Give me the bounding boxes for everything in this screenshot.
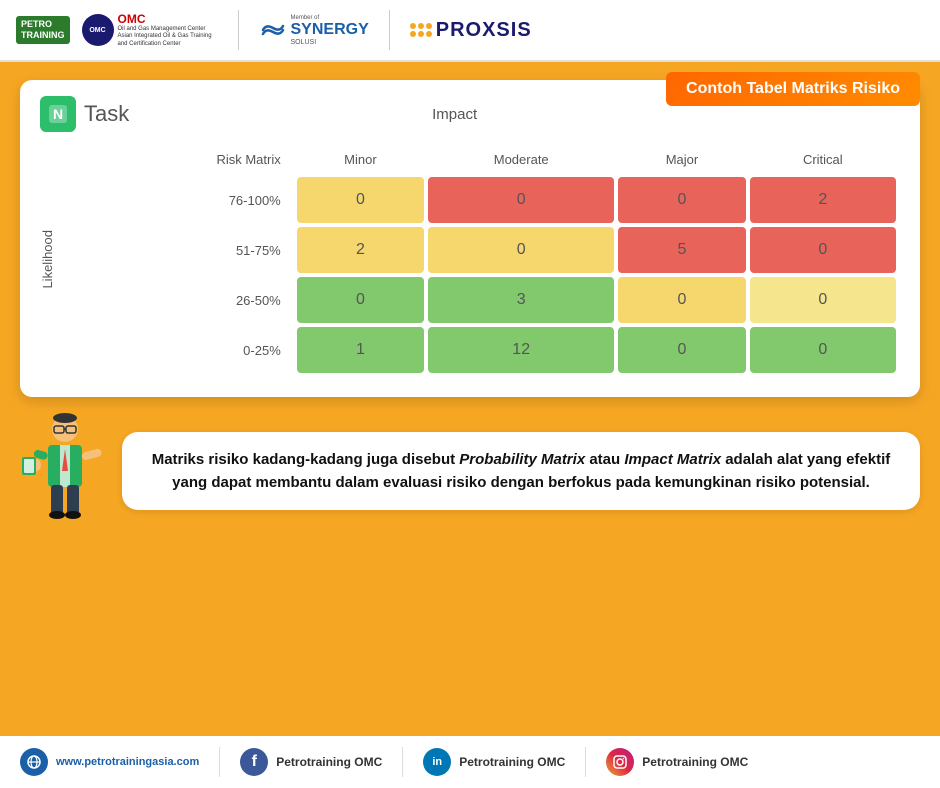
globe-icon <box>20 748 48 776</box>
cell-r0-c0: 0 <box>297 177 424 223</box>
risk-matrix-card: N Task Impact Likelihood Risk Matrix Min… <box>20 80 920 397</box>
cell-r1-c1: 0 <box>428 227 614 273</box>
linkedin-icon: in <box>423 748 451 776</box>
footer-divider1 <box>219 747 220 777</box>
synergy-icon <box>259 16 287 44</box>
col-header-minor: Minor <box>297 146 424 173</box>
footer-instagram: Petrotraining OMC <box>606 748 748 776</box>
title-banner: Contoh Tabel Matriks Risiko <box>666 72 920 106</box>
col-header-moderate: Moderate <box>428 146 614 173</box>
instagram-svg <box>612 754 628 770</box>
svg-text:N: N <box>53 106 63 122</box>
header-divider <box>238 10 239 50</box>
cell-r3-c0: 1 <box>297 327 424 373</box>
proxsis-logo: PROXSIS <box>410 19 532 42</box>
table-row: 51-75%2050 <box>61 227 896 273</box>
header-divider2 <box>389 10 390 50</box>
col-header-major: Major <box>618 146 745 173</box>
cell-r3-c2: 0 <box>618 327 745 373</box>
cell-r3-c3: 0 <box>750 327 896 373</box>
row-label-2: 26-50% <box>61 277 293 323</box>
task-svg-icon: N <box>47 103 69 125</box>
cell-r2-c0: 0 <box>297 277 424 323</box>
synergy-logo: Member of SYNERGY SOLUSI <box>259 15 369 46</box>
footer-divider2 <box>402 747 403 777</box>
risk-matrix-table: Risk Matrix Minor Moderate Major Critica… <box>57 142 900 377</box>
table-header-row: Risk Matrix Minor Moderate Major Critica… <box>61 146 896 173</box>
footer-website: www.petrotrainingasia.com <box>20 748 199 776</box>
row-label-0: 76-100% <box>61 177 293 223</box>
omc-logo: OMC OMC Oil and Gas Management Center As… <box>82 12 218 48</box>
table-row: 76-100%0002 <box>61 177 896 223</box>
omc-text: OMC Oil and Gas Management Center Asian … <box>118 12 218 48</box>
col-header-critical: Critical <box>750 146 896 173</box>
cell-r3-c1: 12 <box>428 327 614 373</box>
cell-r1-c3: 0 <box>750 227 896 273</box>
omc-circle-icon: OMC <box>82 14 114 46</box>
task-logo: N Task <box>40 96 129 132</box>
header: PETRO TRAINING OMC OMC Oil and Gas Manag… <box>0 0 940 62</box>
footer-divider3 <box>585 747 586 777</box>
table-row: 0-25%11200 <box>61 327 896 373</box>
cell-r2-c2: 0 <box>618 277 745 323</box>
footer-linkedin: in Petrotraining OMC <box>423 748 565 776</box>
footer: www.petrotrainingasia.com f Petrotrainin… <box>0 736 940 788</box>
main-area: Contoh Tabel Matriks Risiko N Task Impac… <box>0 62 940 531</box>
description-bubble: Matriks risiko kadang-kadang juga disebu… <box>122 432 920 511</box>
petro-training-logo: PETRO TRAINING <box>16 16 70 44</box>
bottom-section: Matriks risiko kadang-kadang juga disebu… <box>20 411 920 531</box>
row-label-1: 51-75% <box>61 227 293 273</box>
instagram-icon <box>606 748 634 776</box>
cell-r0-c3: 2 <box>750 177 896 223</box>
cell-r0-c1: 0 <box>428 177 614 223</box>
table-row: 26-50%0300 <box>61 277 896 323</box>
likelihood-label: Likelihood <box>40 142 55 377</box>
col-header-risk-matrix: Risk Matrix <box>61 146 293 173</box>
cell-r2-c1: 3 <box>428 277 614 323</box>
cell-r1-c2: 5 <box>618 227 745 273</box>
footer-facebook: f Petrotraining OMC <box>240 748 382 776</box>
facebook-icon: f <box>240 748 268 776</box>
cell-r2-c3: 0 <box>750 277 896 323</box>
task-icon: N <box>40 96 76 132</box>
cell-r1-c0: 2 <box>297 227 424 273</box>
character-svg <box>20 411 110 531</box>
proxsis-dots-icon <box>410 23 432 37</box>
cell-r0-c2: 0 <box>618 177 745 223</box>
row-label-3: 0-25% <box>61 327 293 373</box>
globe-svg <box>26 754 42 770</box>
character-figure <box>20 411 110 531</box>
table-container: Likelihood Risk Matrix Minor Moderate Ma… <box>40 142 900 377</box>
